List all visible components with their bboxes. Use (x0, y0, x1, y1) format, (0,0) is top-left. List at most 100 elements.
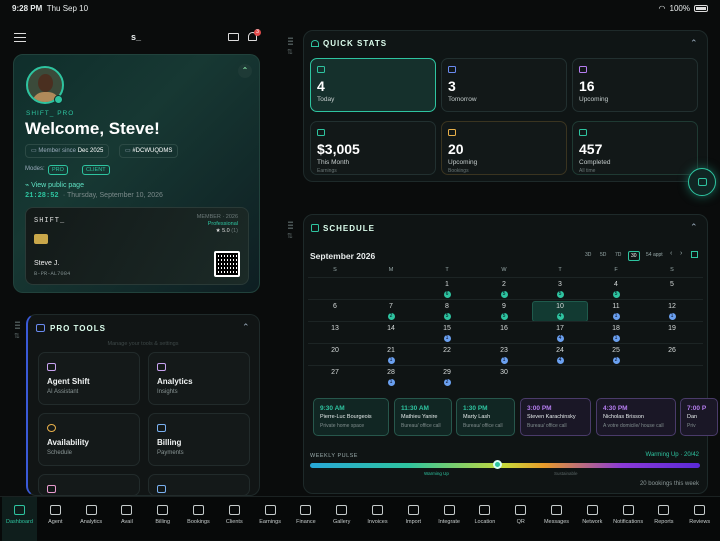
tool-more[interactable] (148, 474, 250, 496)
mode-pro-chip[interactable]: PRO (48, 165, 68, 175)
stat-card[interactable]: $3,005 This Month Earnings (310, 121, 436, 175)
mode-client-chip[interactable]: CLIENT (82, 165, 110, 175)
appointment-card[interactable]: 1:30 PM Marty Lash Bureau/ office call (456, 398, 515, 436)
nav-item-qr[interactable]: QR (503, 497, 538, 541)
stat-card[interactable]: 4 Today (310, 58, 436, 112)
view-button[interactable]: 7D (613, 251, 623, 259)
nav-item-location[interactable]: Location (467, 497, 502, 541)
nav-item-integrate[interactable]: Integrate (432, 497, 467, 541)
calendar-day[interactable]: 8 (441, 303, 453, 310)
expand-icon[interactable] (691, 251, 698, 258)
nav-item-notifications[interactable]: Notifications (611, 497, 646, 541)
view-button[interactable]: 30 (628, 251, 640, 261)
nav-item-analytics[interactable]: Analytics (74, 497, 109, 541)
appointment-time: 4:30 PM (603, 405, 628, 412)
tool-more[interactable] (38, 474, 140, 496)
view-button[interactable]: 3D (583, 251, 593, 259)
nav-item-avail[interactable]: Avail (109, 497, 144, 541)
nav-item-earnings[interactable]: Earnings (253, 497, 288, 541)
calendar-day[interactable]: 9 (498, 303, 510, 310)
calendar-day[interactable]: 5 (666, 281, 678, 288)
drag-handle-icon[interactable] (288, 36, 293, 45)
nav-item-billing[interactable]: Billing (145, 497, 180, 541)
tool-agent-shift[interactable]: Agent Shift AI Assistant (38, 352, 140, 405)
calendar-day[interactable]: 1 (441, 281, 453, 288)
nav-item-import[interactable]: Import (396, 497, 431, 541)
menu-icon[interactable] (14, 33, 26, 42)
calendar-day[interactable]: 23 (498, 347, 510, 354)
nav-item-agent[interactable]: Agent (38, 497, 73, 541)
calendar-day[interactable]: 29 (441, 369, 453, 376)
mail-icon[interactable] (228, 33, 239, 41)
calendar-day[interactable]: 21 (385, 347, 397, 354)
view-button[interactable]: 5D (598, 251, 608, 259)
chevron-left-icon[interactable]: ‹ (670, 250, 672, 257)
calendar-day[interactable]: 6 (329, 303, 341, 310)
appointment-card[interactable]: 7:00 P Dan Priv (680, 398, 718, 436)
stat-card[interactable]: 457 Completed All time (572, 121, 698, 175)
card-member-info: MEMBER · 2026 Professional ★ 5.0 (1) (197, 214, 238, 235)
nav-label: Dashboard (6, 519, 33, 525)
calendar-day[interactable]: 25 (610, 347, 622, 354)
calendar-day[interactable]: 13 (329, 325, 341, 332)
appointment-card[interactable]: 11:30 AM Mathieu Yanire Bureau/ office cal… (394, 398, 452, 436)
appointment-count-badge: 1 (668, 313, 676, 320)
nav-item-gallery[interactable]: Gallery (324, 497, 359, 541)
chevron-up-icon[interactable]: ⌃ (690, 222, 698, 233)
nav-item-clients[interactable]: Clients (217, 497, 252, 541)
calendar-day[interactable]: 24 (554, 347, 566, 354)
nav-item-invoices[interactable]: Invoices (360, 497, 395, 541)
nav-item-reports[interactable]: Reports (646, 497, 681, 541)
nav-item-messages[interactable]: Messages (539, 497, 574, 541)
calendar-day[interactable]: 2 (498, 281, 510, 288)
calendar-day[interactable]: 28 (385, 369, 397, 376)
calendar-day[interactable]: 27 (329, 369, 341, 376)
chevron-right-icon[interactable]: › (680, 250, 682, 257)
nav-item-bookings[interactable]: Bookings (181, 497, 216, 541)
tool-analytics[interactable]: Analytics Insights (148, 352, 250, 405)
stat-card[interactable]: 20 Upcoming Bookings (441, 121, 567, 175)
appointment-card[interactable]: 4:30 PM Nicholas Brisson A votre domicile/… (596, 398, 676, 436)
chevron-up-icon[interactable]: ⌃ (690, 38, 698, 49)
calendar-day[interactable]: 12 (666, 303, 678, 310)
calendar-day[interactable]: 11 (610, 303, 622, 310)
calendar-day[interactable]: 17 (554, 325, 566, 332)
view-button[interactable]: 54 appt (644, 251, 665, 259)
chevron-up-icon[interactable]: ⌃ (242, 322, 250, 333)
calendar-day[interactable]: 10 (554, 303, 566, 310)
nav-item-finance[interactable]: Finance (288, 497, 323, 541)
tool-billing[interactable]: Billing Payments (148, 413, 250, 466)
calendar-day[interactable]: 30 (498, 369, 510, 376)
swap-icon[interactable]: ⇅ (287, 48, 293, 56)
assistant-bot-button[interactable] (688, 168, 716, 196)
calendar-day[interactable]: 4 (610, 281, 622, 288)
calendar-day[interactable]: 22 (441, 347, 453, 354)
member-id-card[interactable]: SHIFT_ MEMBER · 2026 Professional ★ 5.0 … (25, 207, 249, 285)
tool-availability[interactable]: Availability Schedule (38, 413, 140, 466)
calendar-day[interactable]: 16 (498, 325, 510, 332)
collapse-profile-button[interactable]: ⌃ (238, 64, 252, 78)
calendar-day[interactable]: 7 (385, 303, 397, 310)
tool-title: Availability (47, 438, 89, 447)
appointment-card[interactable]: 3:00 PM Steven Karachinsky Bureau/ office … (520, 398, 591, 436)
calendar-day[interactable]: 20 (329, 347, 341, 354)
appointment-card[interactable]: 9:30 AM Pierre-Luc Bourgeois Private home … (313, 398, 389, 436)
qr-code-icon[interactable] (214, 251, 240, 277)
calendar-day[interactable]: 18 (610, 325, 622, 332)
stat-card[interactable]: 3 Tomorrow (441, 58, 567, 112)
calendar-day[interactable]: 14 (385, 325, 397, 332)
drag-handle-icon[interactable] (15, 320, 20, 329)
user-id-chip[interactable]: ▭ #DCWUQDMS (119, 144, 179, 158)
nav-item-network[interactable]: Network (575, 497, 610, 541)
nav-item-dashboard[interactable]: Dashboard (2, 497, 37, 541)
calendar-day[interactable]: 19 (666, 325, 678, 332)
swap-icon[interactable]: ⇅ (14, 332, 20, 340)
calendar-day[interactable]: 26 (666, 347, 678, 354)
drag-handle-icon[interactable] (288, 220, 293, 229)
view-public-page-link[interactable]: ⌁ View public page (25, 181, 84, 189)
nav-item-reviews[interactable]: Reviews (682, 497, 717, 541)
calendar-day[interactable]: 15 (441, 325, 453, 332)
calendar-day[interactable]: 3 (554, 281, 566, 288)
swap-icon[interactable]: ⇅ (287, 232, 293, 240)
stat-card[interactable]: 16 Upcoming (572, 58, 698, 112)
